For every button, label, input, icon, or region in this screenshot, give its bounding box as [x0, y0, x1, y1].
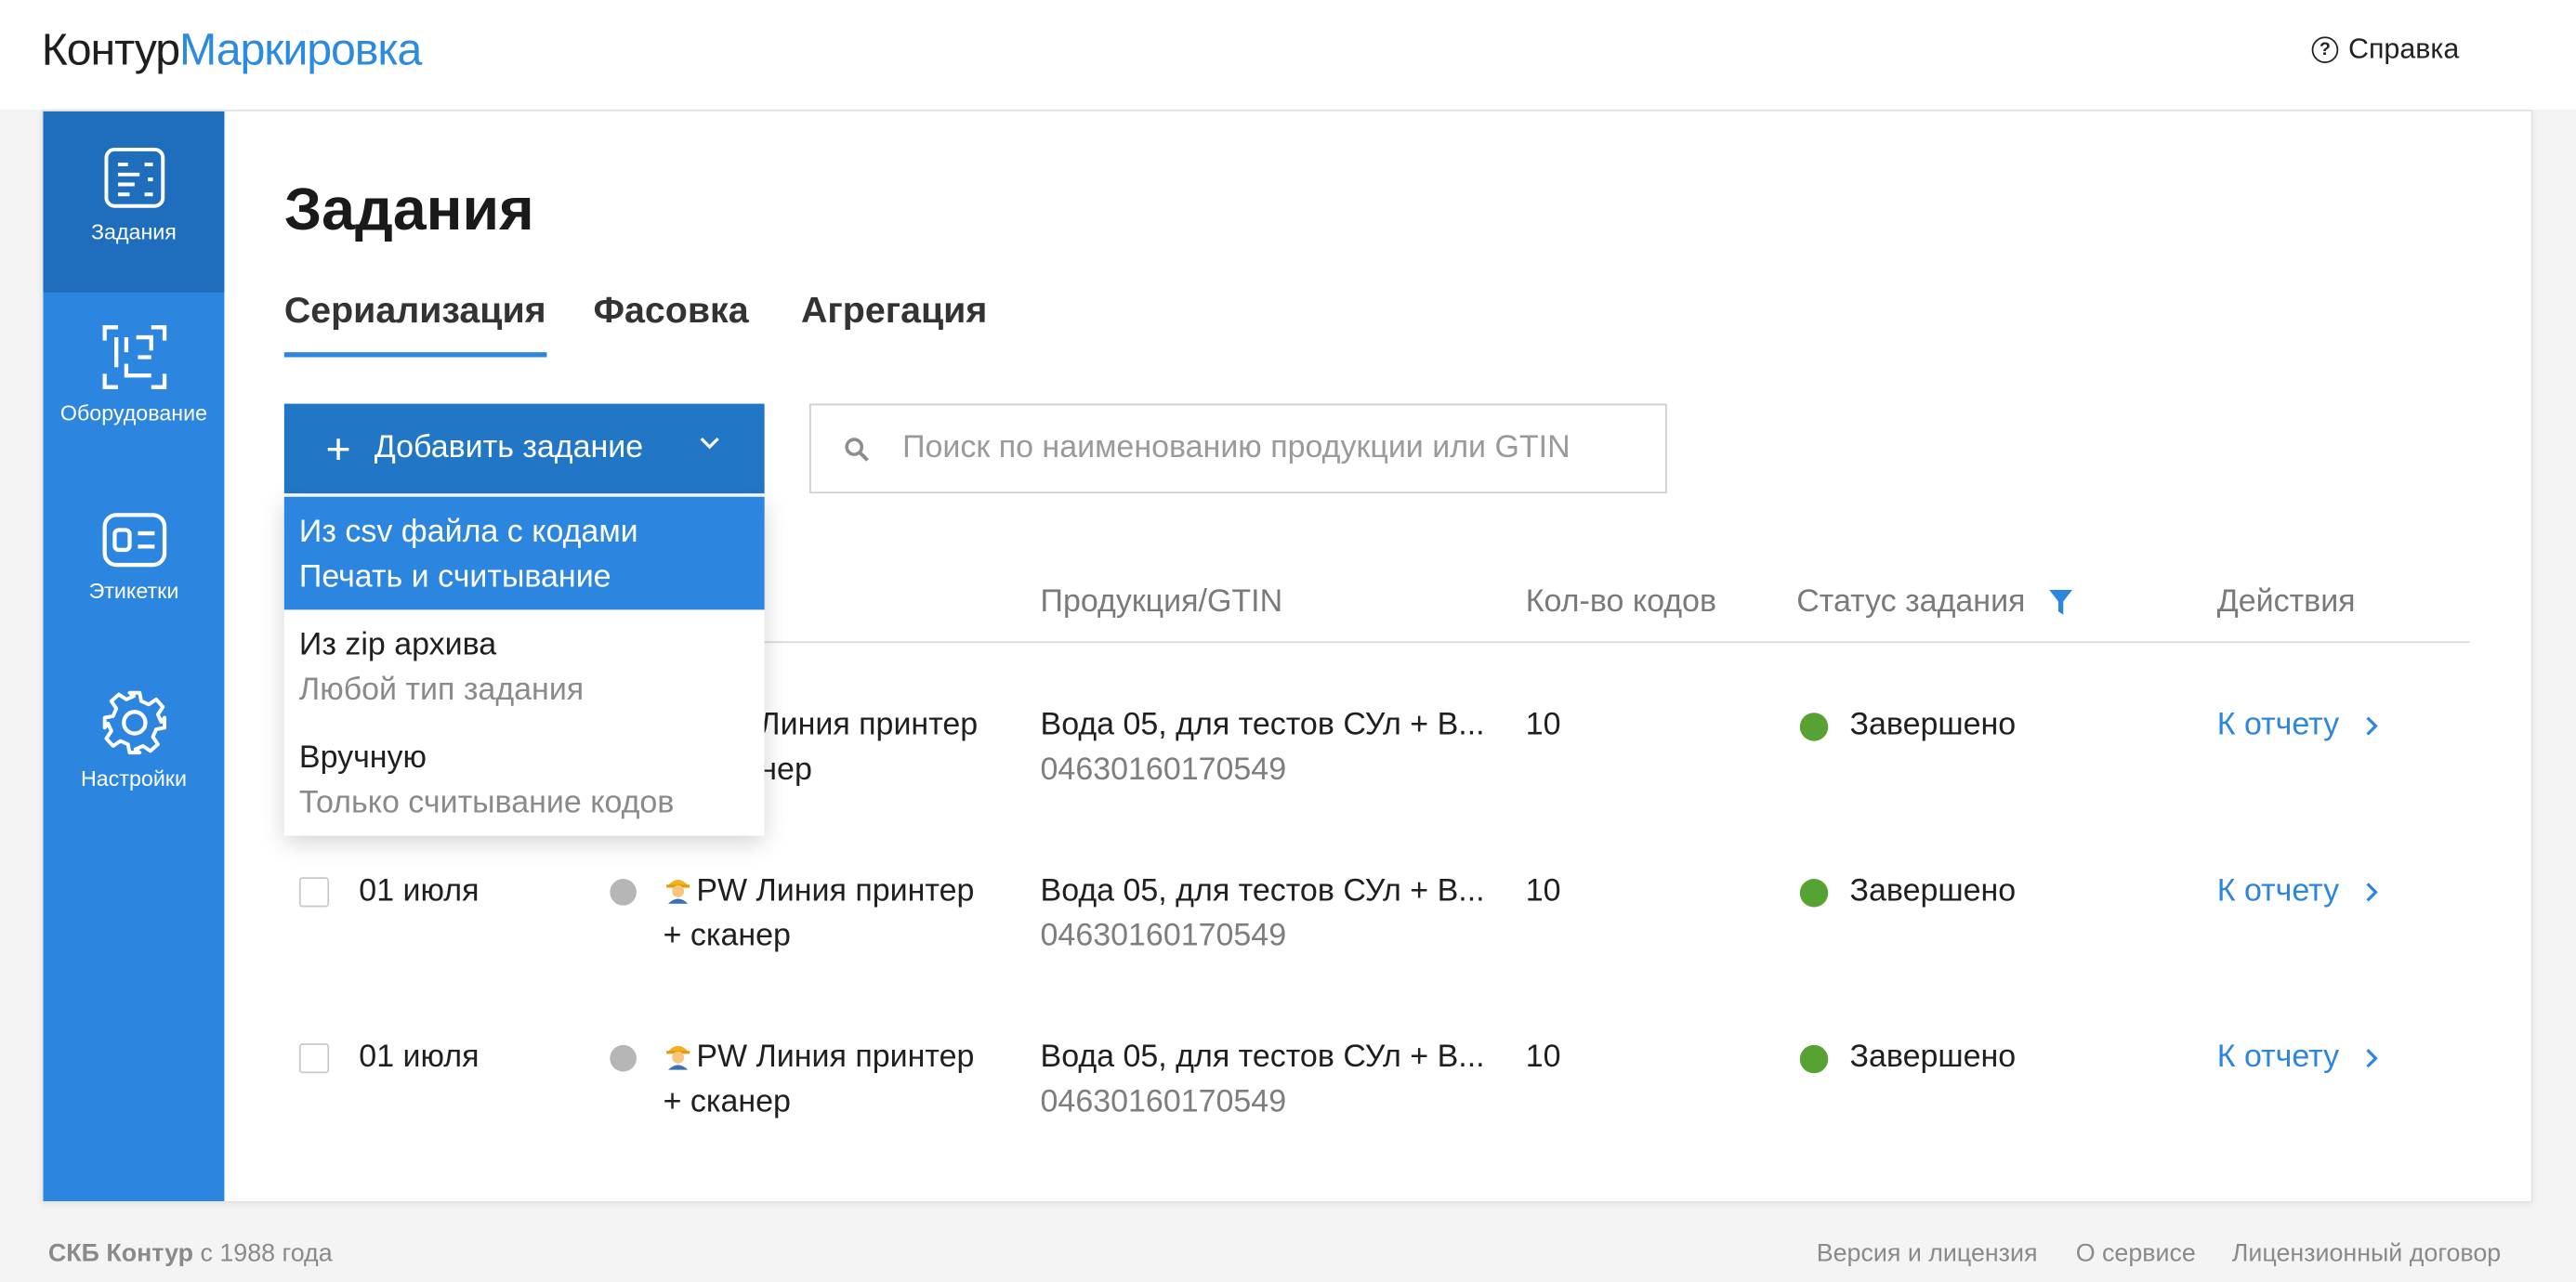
row-checkbox[interactable]	[298, 1043, 330, 1074]
codes-count: 10	[1525, 1040, 1561, 1076]
to-report-label: К отчету	[2216, 873, 2340, 909]
status-done-dot	[1799, 1044, 1829, 1074]
codes-count: 10	[1525, 707, 1561, 743]
app-header: КонтурМаркировка ? Справка	[0, 0, 2576, 111]
status-text: Завершено	[1849, 1040, 2017, 1076]
task-date: 01 июля	[359, 873, 480, 909]
line-status-dot	[610, 1044, 637, 1072]
sidebar-item-label: Задания	[90, 219, 177, 244]
help-question-icon: ?	[2311, 36, 2339, 63]
dropdown-item-subtitle: Только считывание кодов	[298, 785, 675, 821]
line-status-dot	[610, 879, 637, 906]
footer-since: с 1988 года	[193, 1239, 333, 1268]
help-label: Справка	[2347, 33, 2460, 65]
line-name-part2: + сканер	[663, 918, 791, 954]
footer-link-license[interactable]: Лицензионный договор	[2232, 1239, 2501, 1267]
sidebar-item-label: Этикетки	[88, 578, 179, 604]
table-row: 01 июля PW Линия принтер + сканер Вода 0…	[43, 832, 2530, 999]
column-header-count: Кол-во кодов	[1525, 584, 1717, 621]
dropdown-item-manual[interactable]: Вручную Только считывание кодов	[284, 723, 765, 836]
plus-icon: +	[325, 424, 351, 474]
status-done-dot	[1799, 879, 1829, 908]
product-cell: Вода 05, для тестов СУл + В... 046301601…	[1041, 1035, 1515, 1125]
table-row: 01 июля PW Линия принтер + сканер Вода 0…	[43, 999, 2530, 1165]
tab-aggregation[interactable]: Агрегация	[801, 286, 987, 336]
add-task-button[interactable]: + Добавить задание	[283, 403, 765, 494]
search-input[interactable]	[899, 428, 1621, 469]
footer-company: СКБ Контур	[47, 1239, 194, 1268]
filter-icon[interactable]	[2048, 589, 2072, 617]
to-report-link[interactable]: К отчету	[2217, 869, 2379, 913]
status-text: Завершено	[1849, 873, 2017, 909]
worker-emoji-icon	[666, 879, 690, 904]
sidebar-item-tasks[interactable]: Задания	[43, 111, 225, 293]
to-report-link[interactable]: К отчету	[2217, 1035, 2379, 1079]
column-header-product: Продукция/GTIN	[1040, 584, 1283, 621]
chevron-down-icon	[700, 437, 719, 450]
to-report-label: К отчету	[2216, 1040, 2340, 1076]
task-date: 01 июля	[359, 1040, 480, 1076]
line-name-part1: PW Линия принтер	[696, 873, 975, 909]
line-name-part1: Линия принтер	[759, 707, 979, 743]
sidebar-item-labels[interactable]: Этикетки	[43, 474, 224, 655]
page-title: Задания	[283, 174, 534, 243]
line-name-part2: нер	[759, 752, 812, 788]
product-name: Вода 05, для тестов СУл + В...	[1040, 1040, 1485, 1076]
dropdown-item-subtitle: Любой тип задания	[298, 673, 585, 708]
dropdown-item-subtitle: Печать и считывание	[298, 559, 611, 595]
to-report-link[interactable]: К отчету	[2217, 702, 2379, 747]
dropdown-item-zip[interactable]: Из zip архива Любой тип задания	[284, 609, 765, 723]
column-header-actions: Действия	[2216, 584, 2356, 621]
chevron-right-icon	[2367, 882, 2379, 901]
line-cell: PW Линия принтер + сканер	[664, 869, 1013, 959]
status-done-dot	[1799, 713, 1829, 741]
tasks-icon	[103, 147, 164, 208]
chevron-right-icon	[2367, 715, 2379, 735]
sidebar-item-label: Оборудование	[59, 400, 208, 425]
row-checkbox[interactable]	[298, 877, 330, 908]
product-name: Вода 05, для тестов СУл + В...	[1040, 707, 1485, 743]
add-task-dropdown: Из csv файла с кодами Печать и считывани…	[283, 496, 765, 836]
equipment-icon	[101, 325, 166, 389]
labels-icon	[101, 513, 166, 568]
main-card: Задания Оборудование Этикетки Настройки …	[41, 110, 2533, 1203]
tab-packing[interactable]: Фасовка	[593, 286, 748, 336]
search-icon	[845, 437, 869, 461]
help-link[interactable]: ? Справка	[2311, 33, 2460, 67]
status-text: Завершено	[1849, 707, 2017, 743]
sidebar-item-equipment[interactable]: Оборудование	[43, 293, 224, 474]
logo-part-kontur: Контур	[41, 24, 180, 75]
logo-part-markirovka: Маркировка	[179, 24, 422, 75]
product-name: Вода 05, для тестов СУл + В...	[1040, 873, 1485, 909]
line-name-part2: + сканер	[663, 1084, 791, 1120]
to-report-label: К отчету	[2216, 707, 2340, 743]
product-gtin: 04630160170549	[1040, 1084, 1287, 1120]
product-cell: Вода 05, для тестов СУл + В... 046301601…	[1041, 702, 1515, 792]
footer-copyright: СКБ Контур с 1988 года	[48, 1239, 333, 1267]
dropdown-item-title: Вручную	[298, 740, 427, 777]
chevron-right-icon	[2367, 1048, 2379, 1067]
column-header-status-label: Статус задания	[1796, 584, 2026, 621]
product-gtin: 04630160170549	[1040, 752, 1287, 788]
line-cell: PW Линия принтер + сканер	[664, 1035, 1013, 1125]
tab-serialization[interactable]: Сериализация	[283, 286, 546, 358]
worker-emoji-icon	[666, 1045, 690, 1070]
line-name-part1: PW Линия принтер	[696, 1040, 975, 1076]
codes-count: 10	[1525, 873, 1561, 909]
search-box[interactable]	[808, 403, 1667, 494]
footer-link-version[interactable]: Версия и лицензия	[1817, 1239, 2038, 1267]
add-task-label: Добавить задание	[374, 430, 644, 465]
dropdown-item-title: Из csv файла с кодами	[298, 515, 638, 550]
footer-link-about[interactable]: О сервисе	[2076, 1239, 2196, 1267]
product-gtin: 04630160170549	[1040, 918, 1287, 954]
dropdown-item-csv[interactable]: Из csv файла с кодами Печать и считывани…	[283, 496, 765, 610]
dropdown-item-title: Из zip архива	[298, 628, 497, 663]
app-logo[interactable]: КонтурМаркировка	[41, 21, 423, 78]
column-header-status[interactable]: Статус задания	[1796, 584, 2072, 621]
product-cell: Вода 05, для тестов СУл + В... 046301601…	[1041, 869, 1515, 959]
